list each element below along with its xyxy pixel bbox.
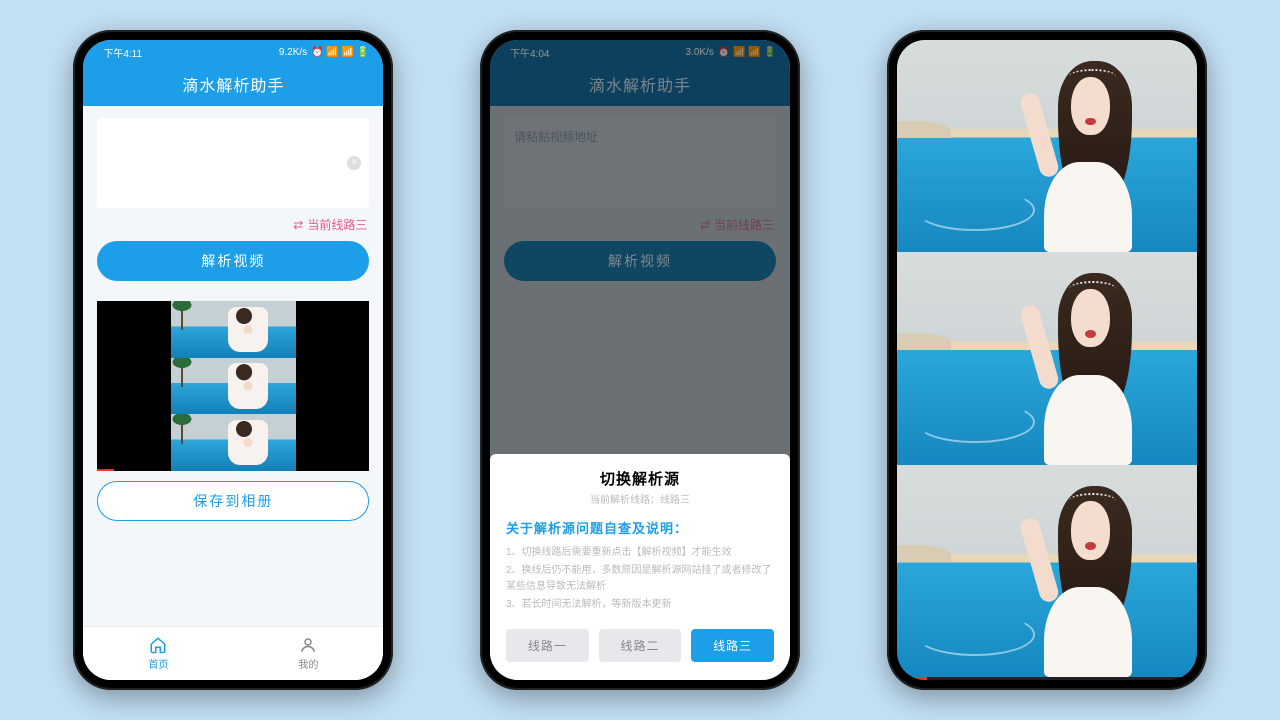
route-1-button[interactable]: 线路一 — [506, 629, 589, 662]
status-icons: 9.2K/s ⏰ 📶 📶 🔋 — [279, 47, 370, 58]
sheet-heading: 关于解析源问题自查及说明： — [506, 518, 774, 537]
user-icon — [298, 636, 318, 654]
nav-home[interactable]: 首页 — [83, 627, 233, 680]
route-buttons: 线路一 线路二 线路三 — [506, 629, 774, 662]
sheet-subtitle: 当前解析线路：线路三 — [506, 491, 774, 506]
fullscreen-video[interactable] — [897, 40, 1197, 680]
video-progress[interactable] — [897, 677, 1197, 680]
route-sheet: 切换解析源 当前解析线路：线路三 关于解析源问题自查及说明： 1、切换线路后需要… — [490, 454, 790, 680]
bottom-nav: 首页 我的 — [83, 626, 383, 680]
thumb — [171, 301, 296, 358]
phone-mock-1: 下午4:11 9.2K/s ⏰ 📶 📶 🔋 滴水解析助手 × ⇄ 当前线路三 解… — [73, 30, 393, 690]
swap-icon: ⇄ — [293, 218, 303, 232]
status-bar: 下午4:11 9.2K/s ⏰ 📶 📶 🔋 — [83, 40, 383, 64]
thumb — [171, 414, 296, 471]
sheet-title: 切换解析源 — [506, 468, 774, 489]
parse-button[interactable]: 解析视频 — [97, 241, 369, 281]
route-2-button[interactable]: 线路二 — [599, 629, 682, 662]
video-preview[interactable] — [97, 301, 369, 471]
video-frame-1 — [897, 40, 1197, 252]
sheet-note-3: 3、若长时间无法解析，等新版本更新 — [506, 597, 774, 613]
sheet-note-1: 1、切换线路后需要重新点击【解析视频】才能生效 — [506, 545, 774, 561]
status-time: 下午4:11 — [103, 45, 142, 60]
phone-mock-2: 下午4:04 3.0K/s ⏰ 📶 📶 🔋 滴水解析助手 请粘贴视频地址 ⇄ 当… — [480, 30, 800, 690]
phone-mock-3 — [887, 30, 1207, 690]
video-thumbnails — [171, 301, 296, 471]
thumb — [171, 358, 296, 415]
nav-mine-label: 我的 — [298, 656, 318, 671]
video-progress[interactable] — [97, 469, 113, 471]
app-header: 滴水解析助手 — [83, 64, 383, 106]
url-input[interactable]: × — [97, 118, 369, 208]
video-frame-3 — [897, 465, 1197, 677]
route-3-button[interactable]: 线路三 — [691, 629, 774, 662]
nav-mine[interactable]: 我的 — [233, 627, 383, 680]
sheet-note-2: 2、换线后仍不能用，多数原因是解析源网站挂了或者修改了某些信息导致无法解析 — [506, 563, 774, 595]
nav-home-label: 首页 — [148, 656, 168, 671]
person — [1011, 57, 1149, 252]
person — [1011, 269, 1149, 464]
video-frame-2 — [897, 252, 1197, 464]
save-button[interactable]: 保存到相册 — [97, 481, 369, 521]
route-switch[interactable]: ⇄ 当前线路三 — [97, 208, 369, 241]
clear-icon[interactable]: × — [347, 156, 361, 170]
screen: 下午4:11 9.2K/s ⏰ 📶 📶 🔋 滴水解析助手 × ⇄ 当前线路三 解… — [83, 40, 383, 680]
route-label: 当前线路三 — [307, 216, 367, 233]
screen: 下午4:04 3.0K/s ⏰ 📶 📶 🔋 滴水解析助手 请粘贴视频地址 ⇄ 当… — [490, 40, 790, 680]
person — [1011, 482, 1149, 677]
home-icon — [148, 636, 168, 654]
screen — [897, 40, 1197, 680]
main-content: × ⇄ 当前线路三 解析视频 保存到相册 — [83, 106, 383, 626]
